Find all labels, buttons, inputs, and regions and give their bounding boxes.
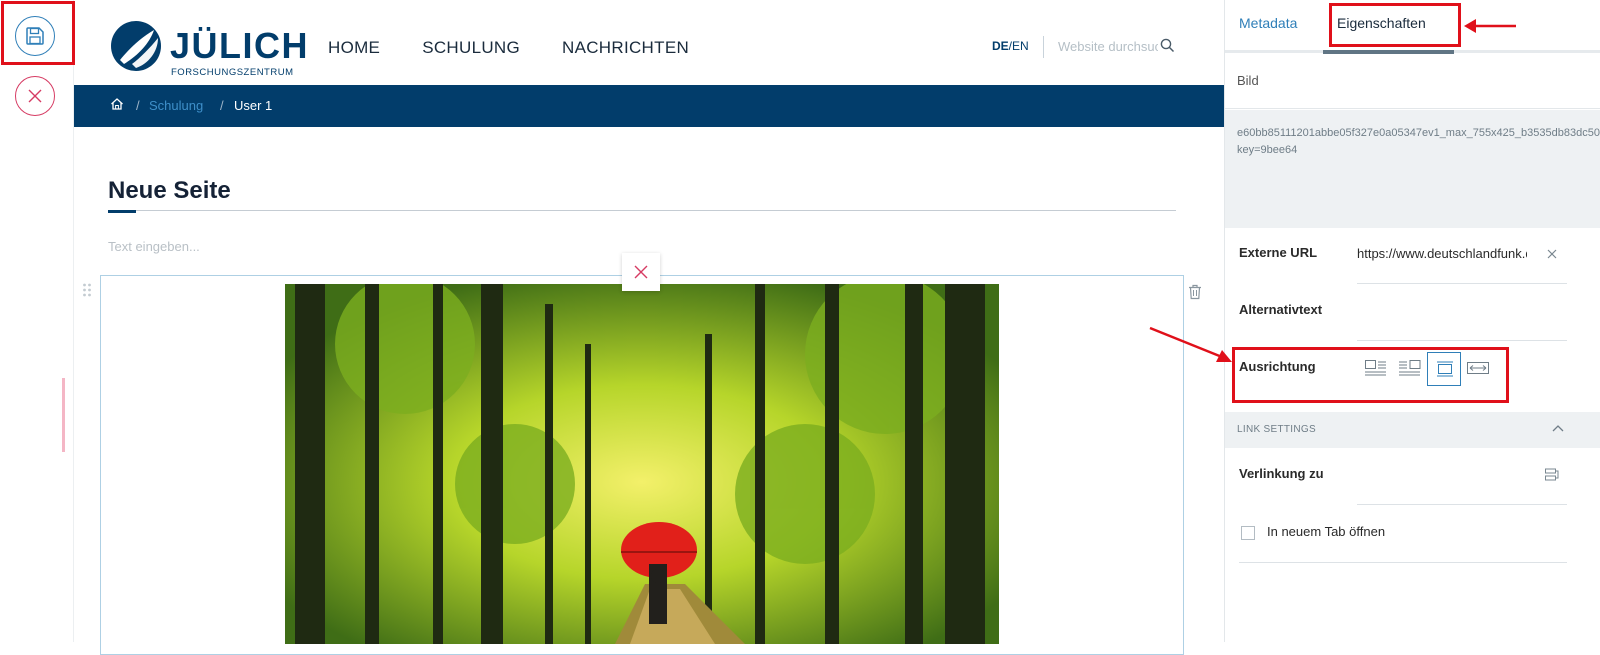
editor-toolbar [0, 0, 75, 642]
header-divider [1043, 36, 1044, 58]
external-url-label: Externe URL [1239, 245, 1318, 260]
link-to-label: Verlinkung zu [1239, 466, 1324, 481]
scroll-marker [62, 378, 65, 452]
annotation-box-alignment [1232, 347, 1509, 403]
link-to-input[interactable] [1357, 504, 1567, 505]
nav-home[interactable]: HOME [328, 38, 380, 58]
lang-de[interactable]: DE [992, 39, 1009, 53]
title-divider-accent [108, 210, 136, 213]
properties-panel: Metadata Eigenschaften Bild e60bb8511120… [1224, 0, 1600, 642]
forest-photo [285, 284, 999, 644]
nav-schulung[interactable]: SCHULUNG [422, 38, 520, 58]
field-underline [1357, 283, 1567, 284]
image-field-label: Bild [1237, 73, 1259, 88]
alt-text-label: Alternativtext [1239, 302, 1323, 317]
link-settings-header[interactable]: LINK SETTINGS [1225, 412, 1600, 448]
breadcrumb-current: User 1 [234, 98, 273, 113]
panel-divider [1239, 562, 1567, 563]
drag-handle-icon[interactable] [82, 283, 92, 297]
external-url-input[interactable]: https://www.deutschlandfunk.de [1357, 246, 1527, 261]
annotation-box-tab [1329, 3, 1461, 47]
alt-text-input[interactable] [1357, 340, 1567, 341]
active-tab-indicator [1323, 50, 1454, 54]
annotation-arrow-tab [1464, 19, 1516, 33]
language-switcher: DE/EN [992, 39, 1029, 53]
discard-button[interactable] [15, 76, 55, 116]
annotation-arrow-alignment [1149, 326, 1232, 362]
page-canvas: JÜLICH FORSCHUNGSZENTRUM HOME SCHULUNG N… [74, 0, 1224, 655]
image-file-name: e60bb85111201abbe05f327e0a05347ev1_max_7… [1237, 127, 1600, 156]
annotation-box-save [1, 1, 75, 65]
search-input[interactable]: Website durchsuchen [1058, 39, 1158, 54]
image-field: Bild [1225, 55, 1600, 109]
main-nav: HOME SCHULUNG NACHRICHTEN [328, 38, 689, 58]
page-title[interactable]: Neue Seite [108, 177, 231, 205]
link-target-icon[interactable] [1545, 468, 1559, 482]
tab-metadata[interactable]: Metadata [1239, 15, 1297, 31]
new-tab-checkbox[interactable] [1241, 526, 1255, 540]
close-icon [28, 89, 42, 103]
remove-image-button[interactable] [622, 253, 660, 291]
title-divider [108, 210, 1176, 211]
logo-wordmark: JÜLICH [170, 25, 310, 66]
breadcrumb-separator: / [220, 98, 224, 113]
close-icon [634, 265, 648, 279]
text-input[interactable]: Text eingeben... [108, 239, 200, 254]
chevron-up-icon [1552, 425, 1564, 432]
trash-icon[interactable] [1188, 284, 1202, 300]
image-file-preview[interactable]: e60bb85111201abbe05f327e0a05347ev1_max_7… [1225, 110, 1600, 228]
breadcrumb-separator: / [136, 98, 140, 113]
link-settings-title: LINK SETTINGS [1237, 424, 1316, 435]
logo-subtitle: FORSCHUNGSZENTRUM [171, 67, 294, 78]
lang-en[interactable]: EN [1012, 39, 1029, 53]
clear-icon[interactable] [1546, 248, 1558, 260]
search-icon[interactable] [1160, 38, 1175, 53]
home-icon[interactable] [110, 97, 124, 111]
breadcrumb: / Schulung / User 1 [74, 85, 1224, 127]
new-tab-label: In neuem Tab öffnen [1267, 524, 1386, 539]
juelich-logo-mark [111, 21, 161, 71]
breadcrumb-link-schulung[interactable]: Schulung [149, 98, 203, 113]
nav-nachrichten[interactable]: NACHRICHTEN [562, 38, 689, 58]
